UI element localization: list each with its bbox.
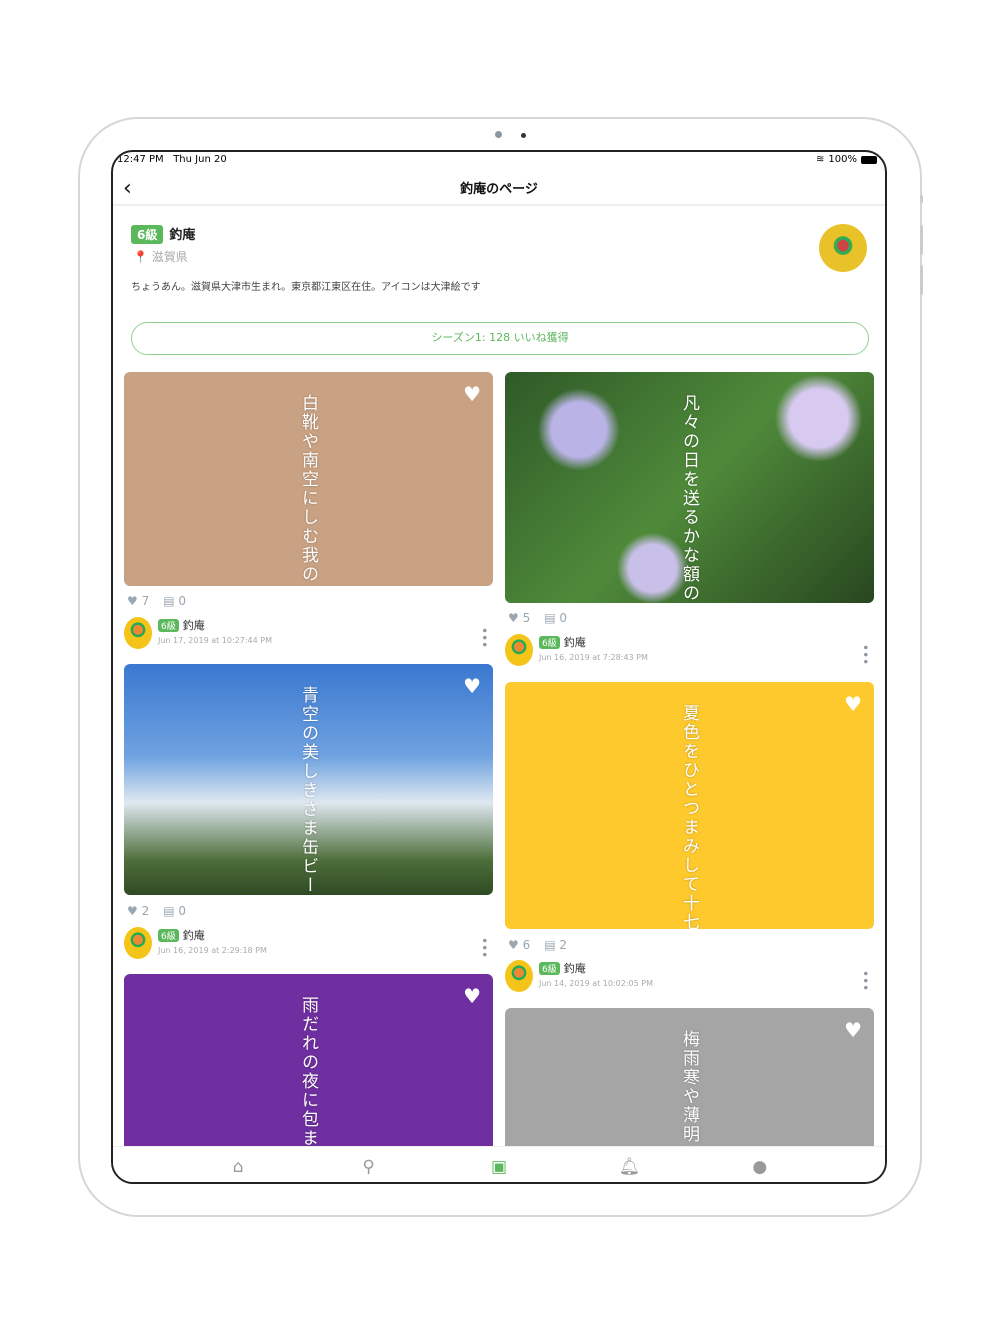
post-author: 6級 釣庵 Jun 16, 2019 at 7:28:43 PM ••• <box>505 634 873 666</box>
like-count[interactable]: ♥ 6 <box>508 938 530 952</box>
post-poem: 白靴や南空にしむ我の <box>298 394 318 584</box>
level-badge: 6級 <box>539 962 560 975</box>
heart-icon[interactable]: ♥ <box>463 674 481 698</box>
avatar[interactable] <box>505 960 533 992</box>
status-date: Thu Jun 20 <box>173 154 227 165</box>
post-poem: 梅雨寒や薄明け <box>679 1030 699 1163</box>
post-stats: ♥ 5 ▤ 0 <box>508 611 567 625</box>
comment-count[interactable]: ▤ 2 <box>544 938 567 952</box>
author-name: 釣庵 <box>182 619 205 632</box>
app-screen: 12:47 PM Thu Jun 20 ≋ 100% ‹ 釣庵のページ 6級 釣庵 … <box>111 150 887 1184</box>
status-bar-right: ≋ 100% <box>816 154 877 165</box>
home-tab-icon[interactable]: ⌂ <box>218 1157 258 1177</box>
post-card[interactable]: 白靴や南空にしむ我の ♥ <box>124 372 493 586</box>
search-tab-icon[interactable]: ⚲ <box>349 1157 389 1177</box>
battery-percent: 100% <box>828 154 857 165</box>
post-card[interactable]: 夏色をひとつまみして十七 ♥ <box>505 682 874 929</box>
profile-tab-icon[interactable]: ● <box>740 1157 780 1177</box>
post-author: 6級 釣庵 Jun 14, 2019 at 10:02:05 PM ••• <box>505 960 873 992</box>
like-count[interactable]: ♥ 2 <box>127 904 149 918</box>
location-pin-icon: 📍 <box>133 250 148 264</box>
season-likes-button[interactable]: シーズン1: 128 いいね獲得 <box>131 322 869 355</box>
profile-header: 6級 釣庵 <box>131 224 195 244</box>
camera-tab-icon[interactable]: ▣ <box>479 1157 519 1177</box>
author-name: 釣庵 <box>182 929 205 942</box>
more-options-icon[interactable]: ••• <box>477 937 491 958</box>
post-poem: 雨だれの夜に包まれ <box>298 996 318 1167</box>
location: 📍 滋賀県 <box>133 248 188 265</box>
volume-button <box>920 225 923 255</box>
profile-avatar[interactable] <box>819 224 867 272</box>
author-name: 釣庵 <box>563 962 586 975</box>
heart-icon[interactable]: ♥ <box>463 984 481 1008</box>
post-stats: ♥ 2 ▤ 0 <box>127 904 186 918</box>
post-date: Jun 14, 2019 at 10:02:05 PM <box>539 979 653 988</box>
post-stats: ♥ 7 ▤ 0 <box>127 594 186 608</box>
post-card[interactable]: 青空の美しきさま缶ビー ♥ <box>124 664 493 895</box>
status-bar-left: 12:47 PM Thu Jun 20 <box>117 154 227 165</box>
level-badge: 6級 <box>131 225 164 244</box>
page-title: 釣庵のページ <box>460 182 538 197</box>
more-options-icon[interactable]: ••• <box>858 644 872 665</box>
profile-bio: ちょうあん。滋賀県大津市生まれ。東京都江東区在住。アイコンは大津絵です <box>131 282 481 293</box>
wifi-icon: ≋ <box>816 154 825 165</box>
post-poem: 夏色をひとつまみして十七 <box>679 704 699 929</box>
comment-count[interactable]: ▤ 0 <box>544 611 567 625</box>
post-date: Jun 17, 2019 at 10:27:44 PM <box>158 636 272 645</box>
status-time: 12:47 PM <box>117 154 164 165</box>
comment-count[interactable]: ▤ 0 <box>163 904 186 918</box>
avatar[interactable] <box>505 634 533 666</box>
sensor-dot <box>521 133 526 138</box>
post-stats: ♥ 6 ▤ 2 <box>508 938 567 952</box>
nav-bar: ‹ 釣庵のページ <box>113 170 885 206</box>
profile-name: 釣庵 <box>169 228 196 243</box>
bell-tab-icon[interactable]: 🔔︎ <box>609 1157 649 1177</box>
heart-icon[interactable]: ♥ <box>463 382 481 406</box>
post-poem: 凡々の日を送るかな額の <box>679 394 699 603</box>
level-badge: 6級 <box>158 619 179 632</box>
level-badge: 6級 <box>158 929 179 942</box>
side-button <box>920 195 923 203</box>
post-date: Jun 16, 2019 at 7:28:43 PM <box>539 653 648 662</box>
camera-dot <box>495 131 502 138</box>
volume-button <box>920 265 923 295</box>
heart-icon[interactable]: ♥ <box>844 692 862 716</box>
avatar[interactable] <box>124 617 152 649</box>
battery-icon <box>861 155 877 164</box>
tab-bar: ⌂ ⚲ ▣ 🔔︎ ● <box>113 1146 885 1182</box>
post-card[interactable]: 雨だれの夜に包まれ ♥ <box>124 974 493 1174</box>
post-date: Jun 16, 2019 at 2:29:18 PM <box>158 946 267 955</box>
level-badge: 6級 <box>539 636 560 649</box>
location-text: 滋賀県 <box>151 250 188 264</box>
post-card[interactable]: 凡々の日を送るかな額の <box>505 372 874 603</box>
like-count[interactable]: ♥ 5 <box>508 611 530 625</box>
author-name: 釣庵 <box>563 636 586 649</box>
post-poem: 青空の美しきさま缶ビー <box>298 686 318 895</box>
more-options-icon[interactable]: ••• <box>477 627 491 648</box>
post-author: 6級 釣庵 Jun 17, 2019 at 10:27:44 PM ••• <box>124 617 492 649</box>
comment-count[interactable]: ▤ 0 <box>163 594 186 608</box>
heart-icon[interactable]: ♥ <box>844 1018 862 1042</box>
avatar[interactable] <box>124 927 152 959</box>
more-options-icon[interactable]: ••• <box>858 970 872 991</box>
post-author: 6級 釣庵 Jun 16, 2019 at 2:29:18 PM ••• <box>124 927 492 959</box>
like-count[interactable]: ♥ 7 <box>127 594 149 608</box>
